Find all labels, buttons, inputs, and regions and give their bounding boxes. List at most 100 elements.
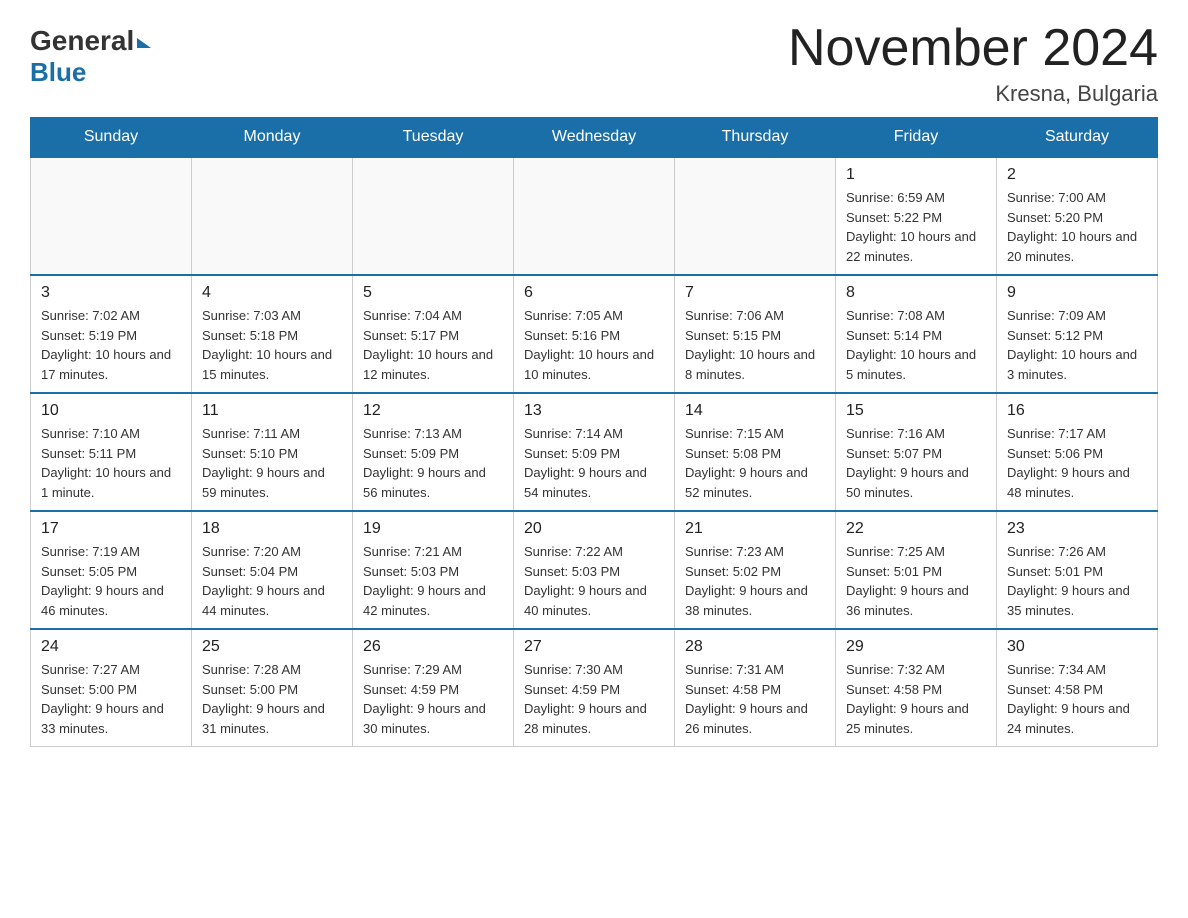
day-number: 18 (202, 520, 342, 538)
day-info: Sunrise: 7:25 AMSunset: 5:01 PMDaylight:… (846, 542, 986, 620)
day-number: 7 (685, 284, 825, 302)
day-info: Sunrise: 7:13 AMSunset: 5:09 PMDaylight:… (363, 424, 503, 502)
day-number: 25 (202, 638, 342, 656)
calendar-cell: 25 Sunrise: 7:28 AMSunset: 5:00 PMDayligh… (192, 629, 353, 747)
day-info: Sunrise: 7:30 AMSunset: 4:59 PMDaylight:… (524, 660, 664, 738)
day-number: 22 (846, 520, 986, 538)
day-info: Sunrise: 7:22 AMSunset: 5:03 PMDaylight:… (524, 542, 664, 620)
day-info: Sunrise: 7:28 AMSunset: 5:00 PMDaylight:… (202, 660, 342, 738)
day-number: 16 (1007, 402, 1147, 420)
day-number: 10 (41, 402, 181, 420)
calendar-week-row: 24 Sunrise: 7:27 AMSunset: 5:00 PMDayligh… (31, 629, 1158, 747)
day-number: 3 (41, 284, 181, 302)
calendar-cell: 10 Sunrise: 7:10 AMSunset: 5:11 PMDayligh… (31, 393, 192, 511)
calendar-cell: 11 Sunrise: 7:11 AMSunset: 5:10 PMDayligh… (192, 393, 353, 511)
calendar-cell (31, 157, 192, 275)
weekday-header-row: SundayMondayTuesdayWednesdayThursdayFrid… (31, 118, 1158, 158)
day-number: 2 (1007, 166, 1147, 184)
day-info: Sunrise: 7:17 AMSunset: 5:06 PMDaylight:… (1007, 424, 1147, 502)
calendar-cell: 4 Sunrise: 7:03 AMSunset: 5:18 PMDaylight… (192, 275, 353, 393)
logo: General Blue (30, 20, 151, 88)
calendar-table: SundayMondayTuesdayWednesdayThursdayFrid… (30, 117, 1158, 747)
calendar-cell: 22 Sunrise: 7:25 AMSunset: 5:01 PMDayligh… (836, 511, 997, 629)
day-info: Sunrise: 7:19 AMSunset: 5:05 PMDaylight:… (41, 542, 181, 620)
day-number: 11 (202, 402, 342, 420)
day-number: 4 (202, 284, 342, 302)
weekday-header-wednesday: Wednesday (514, 118, 675, 158)
calendar-cell: 7 Sunrise: 7:06 AMSunset: 5:15 PMDaylight… (675, 275, 836, 393)
day-number: 30 (1007, 638, 1147, 656)
day-info: Sunrise: 7:34 AMSunset: 4:58 PMDaylight:… (1007, 660, 1147, 738)
day-number: 24 (41, 638, 181, 656)
day-number: 28 (685, 638, 825, 656)
day-number: 6 (524, 284, 664, 302)
day-info: Sunrise: 7:06 AMSunset: 5:15 PMDaylight:… (685, 306, 825, 384)
day-number: 19 (363, 520, 503, 538)
calendar-cell: 2Sunrise: 7:00 AMSunset: 5:20 PMDaylight… (997, 157, 1158, 275)
logo-blue-text: Blue (30, 57, 86, 88)
calendar-body: 1 Sunrise: 6:59 AMSunset: 5:22 PMDaylight… (31, 157, 1158, 747)
day-info: Sunrise: 7:26 AMSunset: 5:01 PMDaylight:… (1007, 542, 1147, 620)
day-number: 1 (846, 166, 986, 184)
calendar-cell: 24 Sunrise: 7:27 AMSunset: 5:00 PMDayligh… (31, 629, 192, 747)
day-info: Sunrise: 7:29 AMSunset: 4:59 PMDaylight:… (363, 660, 503, 738)
day-number: 23 (1007, 520, 1147, 538)
day-info: Sunrise: 7:10 AMSunset: 5:11 PMDaylight:… (41, 424, 181, 502)
day-number: 9 (1007, 284, 1147, 302)
weekday-header-tuesday: Tuesday (353, 118, 514, 158)
calendar-week-row: 3 Sunrise: 7:02 AMSunset: 5:19 PMDaylight… (31, 275, 1158, 393)
calendar-cell: 9 Sunrise: 7:09 AMSunset: 5:12 PMDaylight… (997, 275, 1158, 393)
calendar-cell (675, 157, 836, 275)
calendar-cell: 29Sunrise: 7:32 AMSunset: 4:58 PMDayligh… (836, 629, 997, 747)
day-info: Sunrise: 7:31 AMSunset: 4:58 PMDaylight:… (685, 660, 825, 738)
day-info: Sunrise: 7:27 AMSunset: 5:00 PMDaylight:… (41, 660, 181, 738)
day-info: Sunrise: 7:11 AMSunset: 5:10 PMDaylight:… (202, 424, 342, 502)
calendar-week-row: 17 Sunrise: 7:19 AMSunset: 5:05 PMDayligh… (31, 511, 1158, 629)
day-info: Sunrise: 7:09 AMSunset: 5:12 PMDaylight:… (1007, 306, 1147, 384)
calendar-week-row: 1 Sunrise: 6:59 AMSunset: 5:22 PMDaylight… (31, 157, 1158, 275)
calendar-cell: 1 Sunrise: 6:59 AMSunset: 5:22 PMDaylight… (836, 157, 997, 275)
calendar-cell: 3 Sunrise: 7:02 AMSunset: 5:19 PMDaylight… (31, 275, 192, 393)
day-number: 15 (846, 402, 986, 420)
day-number: 17 (41, 520, 181, 538)
day-number: 20 (524, 520, 664, 538)
day-info: Sunrise: 7:14 AMSunset: 5:09 PMDaylight:… (524, 424, 664, 502)
calendar-cell: 6 Sunrise: 7:05 AMSunset: 5:16 PMDaylight… (514, 275, 675, 393)
day-number: 27 (524, 638, 664, 656)
weekday-header-monday: Monday (192, 118, 353, 158)
day-number: 21 (685, 520, 825, 538)
calendar-cell (353, 157, 514, 275)
day-number: 13 (524, 402, 664, 420)
calendar-cell: 13 Sunrise: 7:14 AMSunset: 5:09 PMDayligh… (514, 393, 675, 511)
calendar-cell: 28 Sunrise: 7:31 AMSunset: 4:58 PMDayligh… (675, 629, 836, 747)
calendar-cell: 5Sunrise: 7:04 AMSunset: 5:17 PMDaylight… (353, 275, 514, 393)
calendar-cell: 19 Sunrise: 7:21 AMSunset: 5:03 PMDayligh… (353, 511, 514, 629)
day-info: Sunrise: 7:02 AMSunset: 5:19 PMDaylight:… (41, 306, 181, 384)
day-info: Sunrise: 7:15 AMSunset: 5:08 PMDaylight:… (685, 424, 825, 502)
calendar-cell: 15 Sunrise: 7:16 AMSunset: 5:07 PMDayligh… (836, 393, 997, 511)
main-title: November 2024 (788, 20, 1158, 77)
day-info: Sunrise: 7:32 AMSunset: 4:58 PMDaylight:… (846, 660, 986, 738)
weekday-header-sunday: Sunday (31, 118, 192, 158)
calendar-cell: 30 Sunrise: 7:34 AMSunset: 4:58 PMDayligh… (997, 629, 1158, 747)
calendar-cell: 18 Sunrise: 7:20 AMSunset: 5:04 PMDayligh… (192, 511, 353, 629)
calendar-cell: 8Sunrise: 7:08 AMSunset: 5:14 PMDaylight… (836, 275, 997, 393)
calendar-week-row: 10 Sunrise: 7:10 AMSunset: 5:11 PMDayligh… (31, 393, 1158, 511)
logo-arrow-icon (137, 38, 151, 48)
calendar-cell: 26Sunrise: 7:29 AMSunset: 4:59 PMDayligh… (353, 629, 514, 747)
calendar-cell: 17 Sunrise: 7:19 AMSunset: 5:05 PMDayligh… (31, 511, 192, 629)
day-number: 12 (363, 402, 503, 420)
day-info: Sunrise: 7:20 AMSunset: 5:04 PMDaylight:… (202, 542, 342, 620)
calendar-cell: 23 Sunrise: 7:26 AMSunset: 5:01 PMDayligh… (997, 511, 1158, 629)
calendar-cell: 20 Sunrise: 7:22 AMSunset: 5:03 PMDayligh… (514, 511, 675, 629)
day-info: Sunrise: 7:03 AMSunset: 5:18 PMDaylight:… (202, 306, 342, 384)
calendar-cell: 16 Sunrise: 7:17 AMSunset: 5:06 PMDayligh… (997, 393, 1158, 511)
day-info: Sunrise: 7:21 AMSunset: 5:03 PMDaylight:… (363, 542, 503, 620)
day-number: 5 (363, 284, 503, 302)
day-info: Sunrise: 7:16 AMSunset: 5:07 PMDaylight:… (846, 424, 986, 502)
page-header: General Blue November 2024 Kresna, Bulga… (30, 20, 1158, 107)
day-info: Sunrise: 7:05 AMSunset: 5:16 PMDaylight:… (524, 306, 664, 384)
day-info: Sunrise: 6:59 AMSunset: 5:22 PMDaylight:… (846, 188, 986, 266)
location-subtitle: Kresna, Bulgaria (788, 81, 1158, 107)
day-info: Sunrise: 7:08 AMSunset: 5:14 PMDaylight:… (846, 306, 986, 384)
